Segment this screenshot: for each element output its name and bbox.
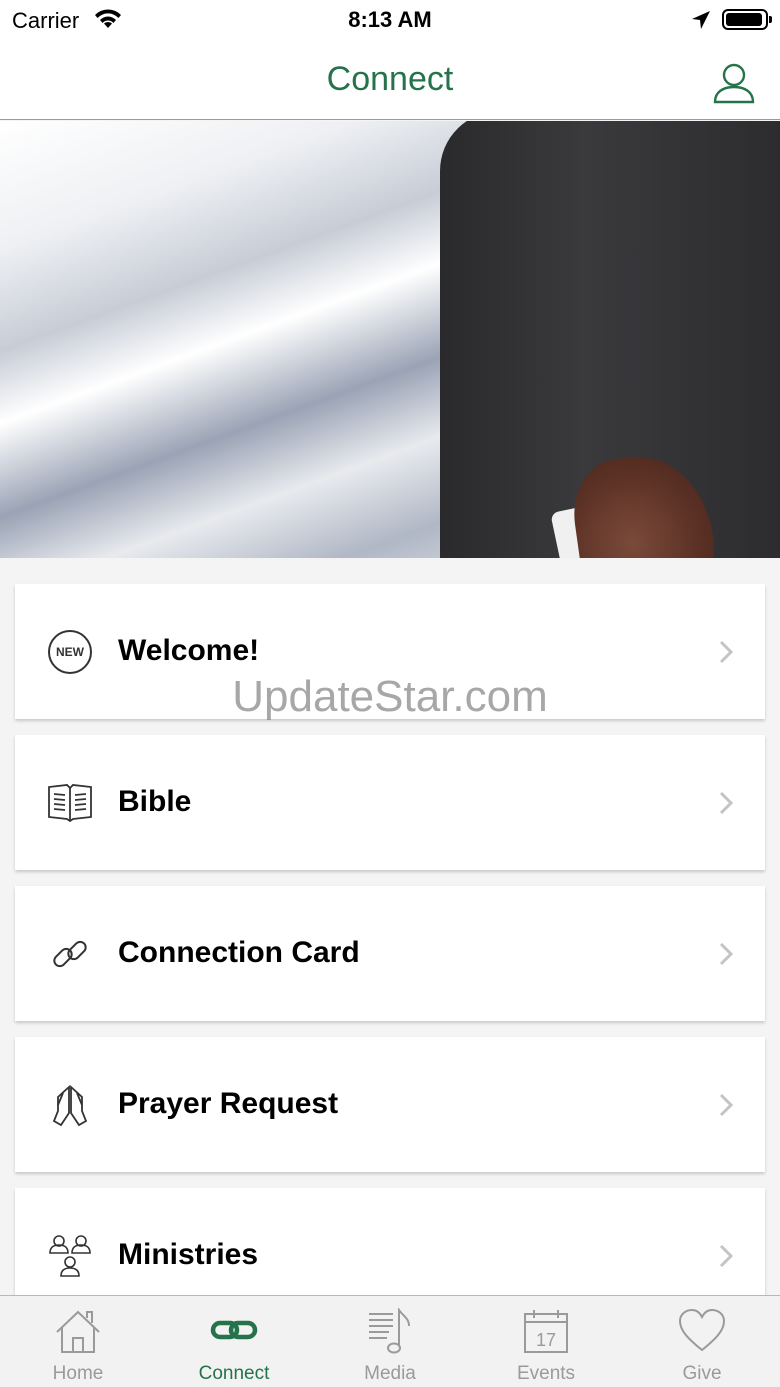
chevron-right-icon: [719, 791, 734, 820]
list-item-connection-card[interactable]: Connection Card: [15, 886, 765, 1021]
chevron-right-icon: [719, 942, 734, 971]
chevron-right-icon: [719, 1093, 734, 1122]
list-item-label: Bible: [118, 785, 192, 818]
person-icon[interactable]: [712, 62, 756, 104]
chevron-right-icon: [719, 1244, 734, 1273]
book-icon: [47, 780, 93, 826]
location-arrow-icon: [690, 9, 712, 36]
navigation-bar: Connect: [0, 40, 780, 120]
menu-list: NEW Welcome! Bible Connection Card Praye…: [15, 584, 765, 1339]
list-item-prayer-request[interactable]: Prayer Request: [15, 1037, 765, 1172]
tab-label: Home: [52, 1363, 104, 1384]
link-icon: [209, 1308, 259, 1354]
list-item-label: Welcome!: [118, 634, 260, 667]
praying-hands-icon: [47, 1082, 93, 1128]
link-icon: [47, 931, 93, 977]
calendar-day-text: 17: [536, 1330, 556, 1350]
calendar-icon: 17: [521, 1308, 571, 1354]
tab-media[interactable]: Media: [312, 1296, 468, 1387]
tab-connect[interactable]: Connect: [156, 1296, 312, 1387]
tab-label: Media: [364, 1363, 416, 1384]
list-item-bible[interactable]: Bible: [15, 735, 765, 870]
page-title: Connect: [326, 60, 454, 98]
list-item-label: Ministries: [118, 1238, 259, 1271]
clock: 8:13 AM: [348, 7, 432, 32]
battery-icon: [722, 9, 772, 30]
tab-label: Connect: [198, 1363, 270, 1384]
tab-give[interactable]: Give: [624, 1296, 780, 1387]
tab-events[interactable]: 17 Events: [468, 1296, 624, 1387]
hero-image: [0, 121, 780, 558]
tab-label: Give: [682, 1363, 722, 1384]
heart-icon: [677, 1308, 727, 1354]
chevron-right-icon: [719, 640, 734, 669]
tab-bar: Home Connect Media 17 Events Give: [0, 1295, 780, 1387]
people-icon: [47, 1233, 93, 1279]
list-item-welcome[interactable]: NEW Welcome!: [15, 584, 765, 719]
music-note-icon: [365, 1306, 415, 1354]
status-bar: Carrier 8:13 AM: [0, 0, 780, 40]
list-item-label: Connection Card: [118, 936, 360, 969]
tab-home[interactable]: Home: [0, 1296, 156, 1387]
tab-label: Events: [516, 1363, 576, 1384]
new-badge-icon: NEW: [47, 629, 93, 675]
list-item-label: Prayer Request: [118, 1087, 339, 1120]
new-badge-text: NEW: [56, 645, 85, 659]
home-icon: [53, 1308, 103, 1354]
